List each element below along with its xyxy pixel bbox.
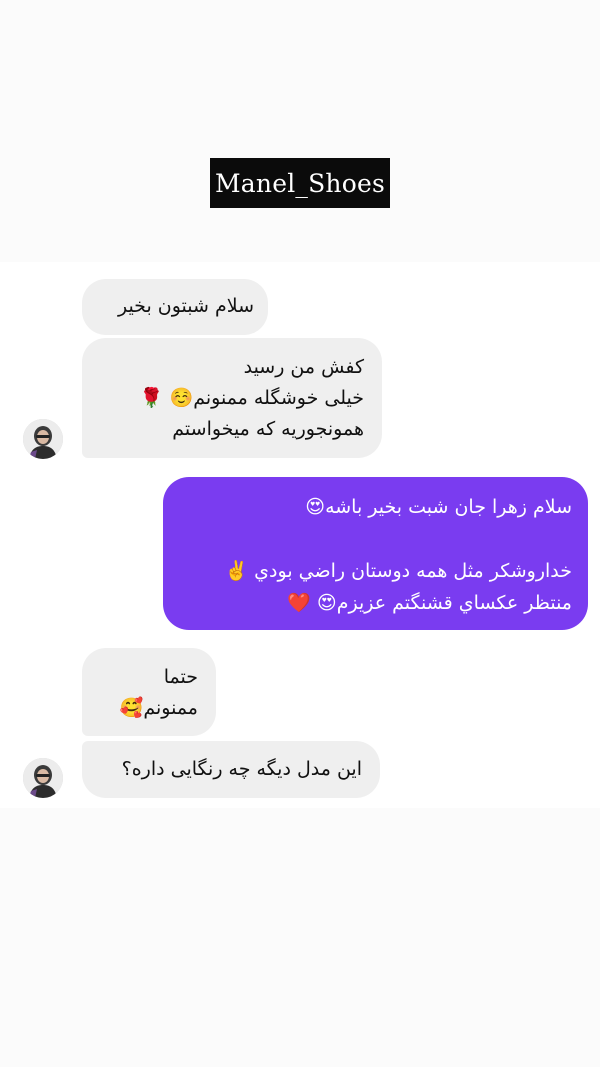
incoming-message-bubble[interactable]: سلام شبتون بخیر: [82, 279, 268, 335]
message-text: کفش من رسید: [243, 356, 364, 378]
message-text: سلام شبتون بخیر: [117, 295, 254, 317]
message-text: خیلی خوشگله ممنونم☺️ 🌹: [139, 387, 364, 409]
sender-avatar[interactable]: [23, 758, 63, 798]
incoming-message-bubble[interactable]: حتما ممنونم🥰: [82, 648, 216, 736]
incoming-message-bubble[interactable]: کفش من رسید خیلی خوشگله ممنونم☺️ 🌹 همونج…: [82, 338, 382, 458]
message-text: همونجوریه که میخواستم: [172, 418, 364, 440]
incoming-message-bubble[interactable]: این مدل دیگه چه رنگایی داره؟: [82, 741, 380, 798]
message-text: ممنونم🥰: [119, 697, 198, 719]
message-text: سلام زهرا جان شبت بخير باشه😍: [305, 496, 572, 518]
message-text: خداروشكر مثل همه دوستان راضي بودي ✌️: [224, 560, 572, 582]
user-avatar-icon: [23, 758, 63, 798]
user-avatar-icon: [23, 419, 63, 459]
message-text: این مدل دیگه چه رنگایی داره؟: [121, 758, 362, 780]
message-text: منتظر عكساي قشنگتم عزيزم😍 ❤️: [287, 592, 572, 614]
sender-avatar[interactable]: [23, 419, 63, 459]
message-text: حتما: [163, 666, 198, 688]
outgoing-message-bubble[interactable]: سلام زهرا جان شبت بخير باشه😍 خداروشكر مث…: [163, 477, 588, 630]
brand-label: Manel_Shoes: [210, 158, 390, 208]
